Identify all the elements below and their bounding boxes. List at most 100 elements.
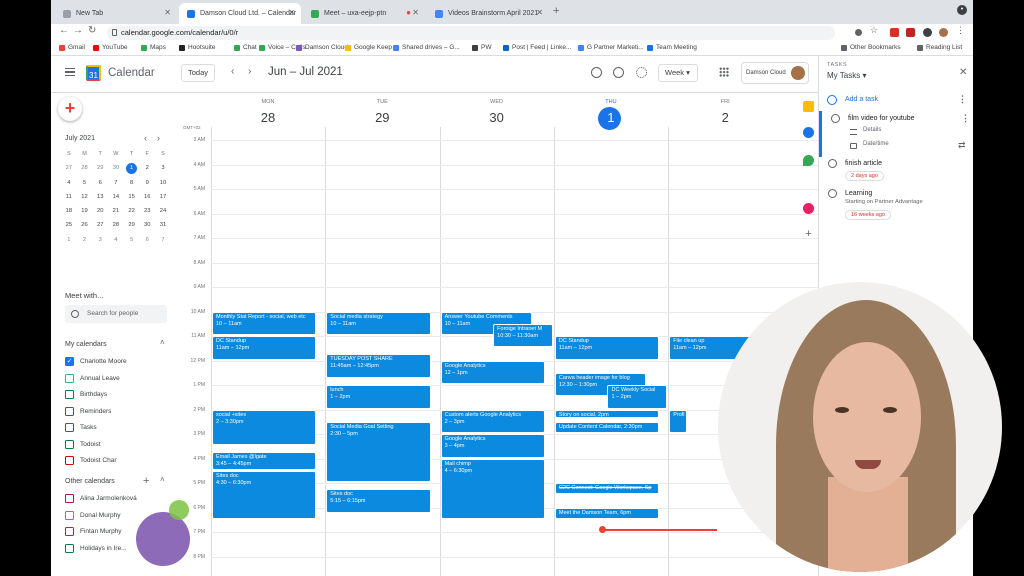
reload-icon[interactable]: ↻: [88, 25, 96, 36]
calendar-event[interactable]: Profi: [669, 409, 688, 433]
day-number[interactable]: 28: [211, 110, 325, 125]
mini-calendar-day[interactable]: 26: [77, 218, 93, 232]
mini-calendar-day[interactable]: 18: [61, 204, 77, 218]
mini-calendar-day[interactable]: 2: [77, 233, 93, 247]
mini-calendar-day[interactable]: 9: [139, 176, 155, 190]
calendar-event[interactable]: Story on social, 2pm: [554, 409, 660, 418]
calendar-checkbox[interactable]: [65, 494, 74, 503]
previous-week-icon[interactable]: ‹: [231, 66, 234, 77]
mini-calendar-day[interactable]: 30: [108, 161, 124, 175]
day-number[interactable]: 29: [325, 110, 439, 125]
bookmark-item[interactable]: Shared drives – G...: [393, 44, 460, 51]
calendar-list-item[interactable]: Alina Jarmolenková: [65, 494, 137, 503]
tasks-icon[interactable]: [803, 127, 814, 138]
apps-grid-icon[interactable]: [719, 67, 729, 77]
close-icon[interactable]: ✕: [164, 8, 171, 17]
task-checkbox[interactable]: [831, 114, 840, 123]
mini-calendar-day[interactable]: 5: [77, 176, 93, 190]
forward-icon[interactable]: →: [73, 25, 83, 36]
mini-calendar-day[interactable]: 27: [61, 161, 77, 175]
calendar-list-item[interactable]: Donal Murphy: [65, 510, 120, 520]
mini-calendar-day[interactable]: 14: [108, 190, 124, 204]
bookmark-item[interactable]: Google Keep: [345, 44, 392, 51]
bookmark-item[interactable]: Hootsuite: [179, 44, 215, 51]
tab-meet[interactable]: Meet – uxa-eejp-ptn ● ✕: [303, 3, 425, 24]
calendar-list-item[interactable]: Annual Leave: [65, 373, 120, 383]
mini-calendar-day[interactable]: 21: [108, 204, 124, 218]
task-list-select[interactable]: My Tasks ▾: [827, 71, 866, 80]
mini-calendar-day[interactable]: 1: [126, 162, 138, 174]
calendar-list-item[interactable]: Holidays in Ire...: [65, 543, 127, 553]
calendar-checkbox[interactable]: ✓: [65, 357, 74, 366]
calendar-event[interactable]: Mail chimp 4 – 6:30pm: [440, 458, 545, 519]
task-title[interactable]: finish article: [845, 160, 882, 167]
help-icon[interactable]: [613, 67, 624, 78]
bookmark-item[interactable]: YouTube: [93, 44, 128, 51]
calendar-checkbox[interactable]: [65, 439, 74, 449]
calendar-checkbox[interactable]: [65, 390, 74, 399]
calendar-checkbox[interactable]: [65, 456, 74, 465]
task-checkbox[interactable]: [828, 159, 837, 168]
calendar-event[interactable]: Sites doc 5:15 – 6:15pm: [326, 489, 431, 513]
calendar-checkbox[interactable]: [65, 373, 74, 383]
mini-calendar-day[interactable]: 4: [61, 176, 77, 190]
mini-calendar-day[interactable]: 7: [155, 233, 171, 247]
mini-calendar-day[interactable]: 29: [124, 218, 140, 232]
mini-calendar-day[interactable]: 6: [92, 176, 108, 190]
calendar-checkbox[interactable]: [65, 543, 74, 553]
other-calendars-title[interactable]: Other calendars: [65, 478, 115, 485]
extension-red-icon[interactable]: [890, 28, 899, 37]
add-task-button[interactable]: Add a task: [845, 96, 878, 103]
calendar-event[interactable]: lunch 1 – 2pm: [326, 385, 431, 409]
calendar-event[interactable]: DC Standup 11am – 12pm: [212, 336, 317, 360]
mini-calendar-day[interactable]: 8: [124, 176, 140, 190]
mini-calendar-day[interactable]: 29: [92, 161, 108, 175]
bookmark-item[interactable]: PW: [472, 44, 491, 51]
calendar-event[interactable]: Google Analytics 12 – 1pm: [440, 360, 545, 384]
calendar-checkbox[interactable]: [65, 406, 74, 416]
calendar-list-item[interactable]: Birthdays: [65, 390, 107, 399]
browser-menu-icon[interactable]: ⋮: [956, 25, 965, 35]
calendar-event[interactable]: Monthly Stat Report - social, web etc 10 …: [212, 311, 317, 335]
maps-icon[interactable]: [803, 155, 814, 166]
close-icon[interactable]: ✕: [959, 67, 967, 78]
next-week-icon[interactable]: ›: [248, 66, 251, 77]
bookmark-item[interactable]: Post | Feed | Linke...: [503, 44, 571, 51]
my-calendars-title[interactable]: My calendars: [65, 341, 107, 348]
new-tab-button[interactable]: +: [553, 5, 559, 17]
get-addons-icon[interactable]: +: [803, 229, 814, 240]
mini-calendar-day[interactable]: 23: [139, 204, 155, 218]
calendar-checkbox[interactable]: [65, 510, 74, 520]
mini-calendar-day[interactable]: 27: [92, 218, 108, 232]
calendar-event[interactable]: DC Standup 11am – 12pm: [554, 336, 660, 360]
window-menu-icon[interactable]: •: [957, 5, 967, 15]
chevron-up-icon[interactable]: ˄: [160, 475, 165, 484]
calendar-event[interactable]: Meet the Damson Team, 6pm: [554, 507, 660, 519]
calendar-event[interactable]: DC Weekly Social 1 – 2pm: [607, 385, 667, 409]
details-input[interactable]: Details: [863, 127, 881, 133]
tab-videos-brainstorm[interactable]: Videos Brainstorm April 2021 ✕: [427, 3, 549, 24]
keep-icon[interactable]: [803, 101, 814, 112]
tab-calendar[interactable]: Damson Cloud Ltd. – Calendar ✕: [179, 3, 301, 24]
date-time-button[interactable]: Date/time: [863, 141, 889, 147]
calendar-event[interactable]: Email James @lgate 3:45 – 4:45pm: [212, 452, 317, 470]
bookmark-item[interactable]: Gmail: [59, 44, 85, 51]
calendar-list-item[interactable]: Todoist Char: [65, 456, 117, 465]
calendar-event[interactable]: C2C Connect: Google Workspace, Sp: [554, 483, 660, 495]
mini-calendar-day[interactable]: 13: [92, 190, 108, 204]
mini-calendar-day[interactable]: 4: [108, 233, 124, 247]
mini-calendar-day[interactable]: 6: [139, 233, 155, 247]
eye-icon[interactable]: [855, 29, 862, 36]
mini-calendar-day[interactable]: 5: [124, 233, 140, 247]
repeat-icon[interactable]: ⇄: [958, 140, 966, 151]
day-number[interactable]: 1: [554, 110, 668, 125]
more-options-icon[interactable]: ⋮: [961, 113, 970, 124]
puzzle-icon[interactable]: [923, 28, 932, 37]
mini-calendar-day[interactable]: 3: [155, 161, 171, 175]
back-icon[interactable]: ←: [59, 25, 69, 36]
day-number[interactable]: 30: [440, 110, 554, 125]
mini-calendar-day[interactable]: 31: [155, 218, 171, 232]
reading-list-button[interactable]: Reading List: [917, 44, 962, 51]
calendar-event[interactable]: TUESDAY POST SHARE 11:45am – 12:45pm: [326, 354, 431, 378]
mini-calendar-day[interactable]: 11: [61, 190, 77, 204]
